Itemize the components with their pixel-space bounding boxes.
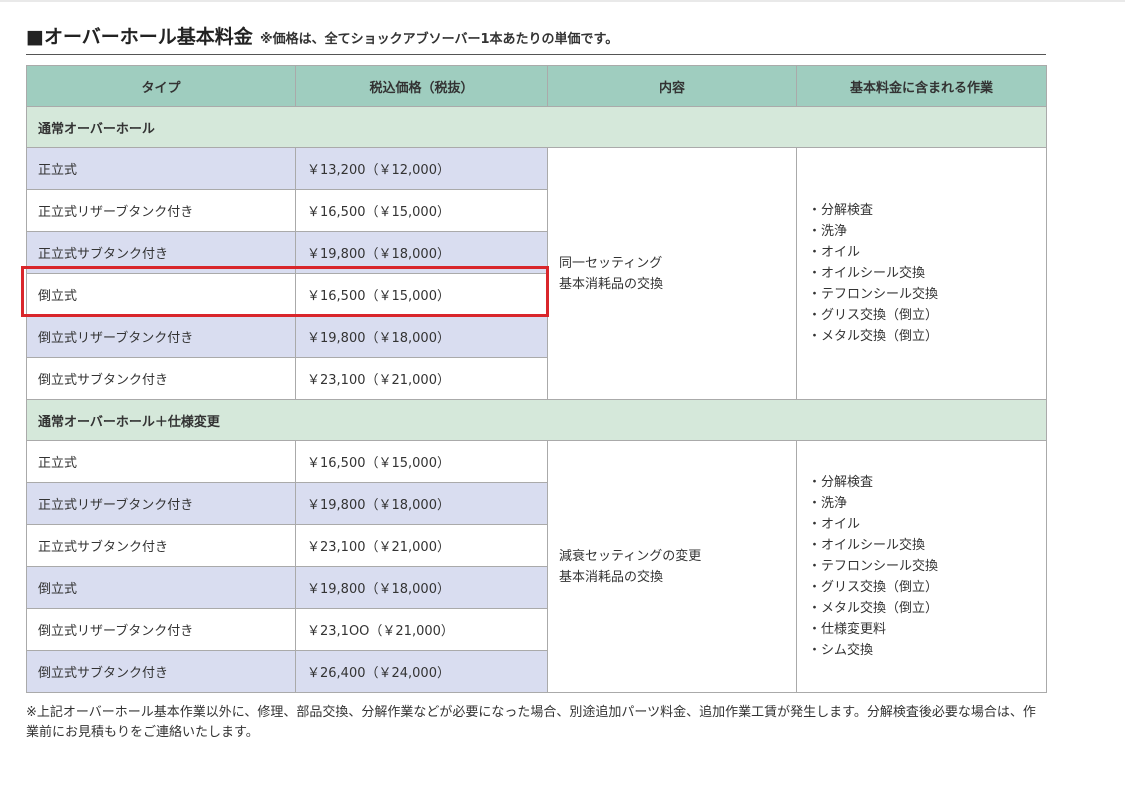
type-cell: 正立式リザーブタンク付き (26, 482, 296, 525)
top-border (0, 0, 1125, 2)
section-header: ■オーバーホール基本料金 ※価格は、全てショックアブソーバー1本あたりの単価です… (26, 22, 1046, 55)
work-item: ・分解検査 (808, 475, 874, 490)
price-cell: ￥23,1OO（￥21,000） (295, 608, 548, 651)
type-cell: 正立式 (26, 147, 296, 190)
work-item: ・シム交換 (808, 643, 874, 658)
type-cell: 倒立式サブタンク付き (26, 650, 296, 693)
content-line: 同一セッティング (559, 255, 663, 271)
table-header-row: タイプ 税込価格（税抜） 内容 基本料金に含まれる作業 (26, 65, 1047, 107)
type-cell: 正立式リザーブタンク付き (26, 189, 296, 232)
work-list: ・分解検査 ・洗浄 ・オイル ・オイルシール交換 ・テフロンシール交換 ・グリス… (796, 440, 1047, 693)
type-cell: 正立式サブタンク付き (26, 524, 296, 567)
type-cell: 倒立式リザーブタンク付き (26, 315, 296, 358)
column-header-type: タイプ (26, 65, 296, 107)
price-table: タイプ 税込価格（税抜） 内容 基本料金に含まれる作業 通常オーバーホール 正立… (26, 65, 1047, 693)
section-title: 通常オーバーホール＋仕様変更 (26, 399, 1047, 441)
type-cell: 倒立式リザーブタンク付き (26, 608, 296, 651)
work-item: ・メタル交換（倒立） (808, 329, 939, 344)
content-cell: 減衰セッティングの変更 基本消耗品の交換 (547, 440, 797, 693)
price-cell: ￥19,800（￥18,000） (295, 566, 548, 609)
price-cell: ￥19,800（￥18,000） (295, 315, 548, 358)
type-cell: 正立式 (26, 440, 296, 483)
price-cell: ￥19,800（￥18,000） (295, 482, 548, 525)
work-item: ・洗浄 (808, 224, 848, 239)
price-note: ※価格は、全てショックアブソーバー1本あたりの単価です。 (260, 32, 619, 47)
type-cell: 正立式サブタンク付き (26, 231, 296, 274)
column-header-work: 基本料金に含まれる作業 (796, 65, 1047, 107)
work-item: ・オイルシール交換 (808, 266, 926, 281)
work-item: ・分解検査 (808, 203, 874, 218)
price-cell: ￥19,800（￥18,000） (295, 231, 548, 274)
content-line: 基本消耗品の交換 (559, 569, 664, 585)
table-row: 正立式 ￥13,200（￥12,000） 同一セッティング 基本消耗品の交換 ・… (26, 147, 1047, 400)
column-header-content: 内容 (547, 65, 797, 107)
work-item: ・オイル (808, 517, 861, 532)
type-cell: 倒立式 (26, 273, 296, 316)
work-list: ・分解検査 ・洗浄 ・オイル ・オイルシール交換 ・テフロンシール交換 ・グリス… (796, 147, 1047, 400)
price-cell: ￥16,500（￥15,000） (295, 189, 548, 232)
table-row: 正立式 ￥16,500（￥15,000） 減衰セッティングの変更 基本消耗品の交… (26, 440, 1047, 693)
section-title: 通常オーバーホール (26, 106, 1047, 148)
price-cell: ￥13,200（￥12,000） (295, 147, 548, 190)
section-row: 通常オーバーホール (26, 106, 1047, 148)
content-line: 基本消耗品の交換 (559, 276, 664, 292)
price-cell: ￥16,500（￥15,000） (295, 440, 548, 483)
content-cell: 同一セッティング 基本消耗品の交換 (547, 147, 797, 400)
work-item: ・テフロンシール交換 (808, 287, 939, 302)
section-row: 通常オーバーホール＋仕様変更 (26, 399, 1047, 441)
work-item: ・洗浄 (808, 496, 848, 511)
work-item: ・オイルシール交換 (808, 538, 926, 553)
page-title: ■オーバーホール基本料金 (26, 26, 253, 48)
work-item: ・オイル (808, 245, 861, 260)
price-cell: ￥26,400（￥24,000） (295, 650, 548, 693)
work-item: ・仕様変更料 (808, 622, 887, 637)
work-item: ・テフロンシール交換 (808, 559, 939, 574)
price-cell: ￥23,100（￥21,000） (295, 357, 548, 400)
work-item: ・メタル交換（倒立） (808, 601, 939, 616)
type-cell: 倒立式サブタンク付き (26, 357, 296, 400)
footnote: ※上記オーバーホール基本作業以外に、修理、部品交換、分解作業などが必要になった場… (26, 705, 1036, 740)
work-item: ・グリス交換（倒立） (808, 308, 939, 323)
type-cell: 倒立式 (26, 566, 296, 609)
column-header-price: 税込価格（税抜） (295, 65, 548, 107)
price-cell: ￥23,100（￥21,000） (295, 524, 548, 567)
work-item: ・グリス交換（倒立） (808, 580, 939, 595)
price-cell: ￥16,500（￥15,000） (295, 273, 548, 316)
content-line: 減衰セッティングの変更 (559, 548, 702, 564)
